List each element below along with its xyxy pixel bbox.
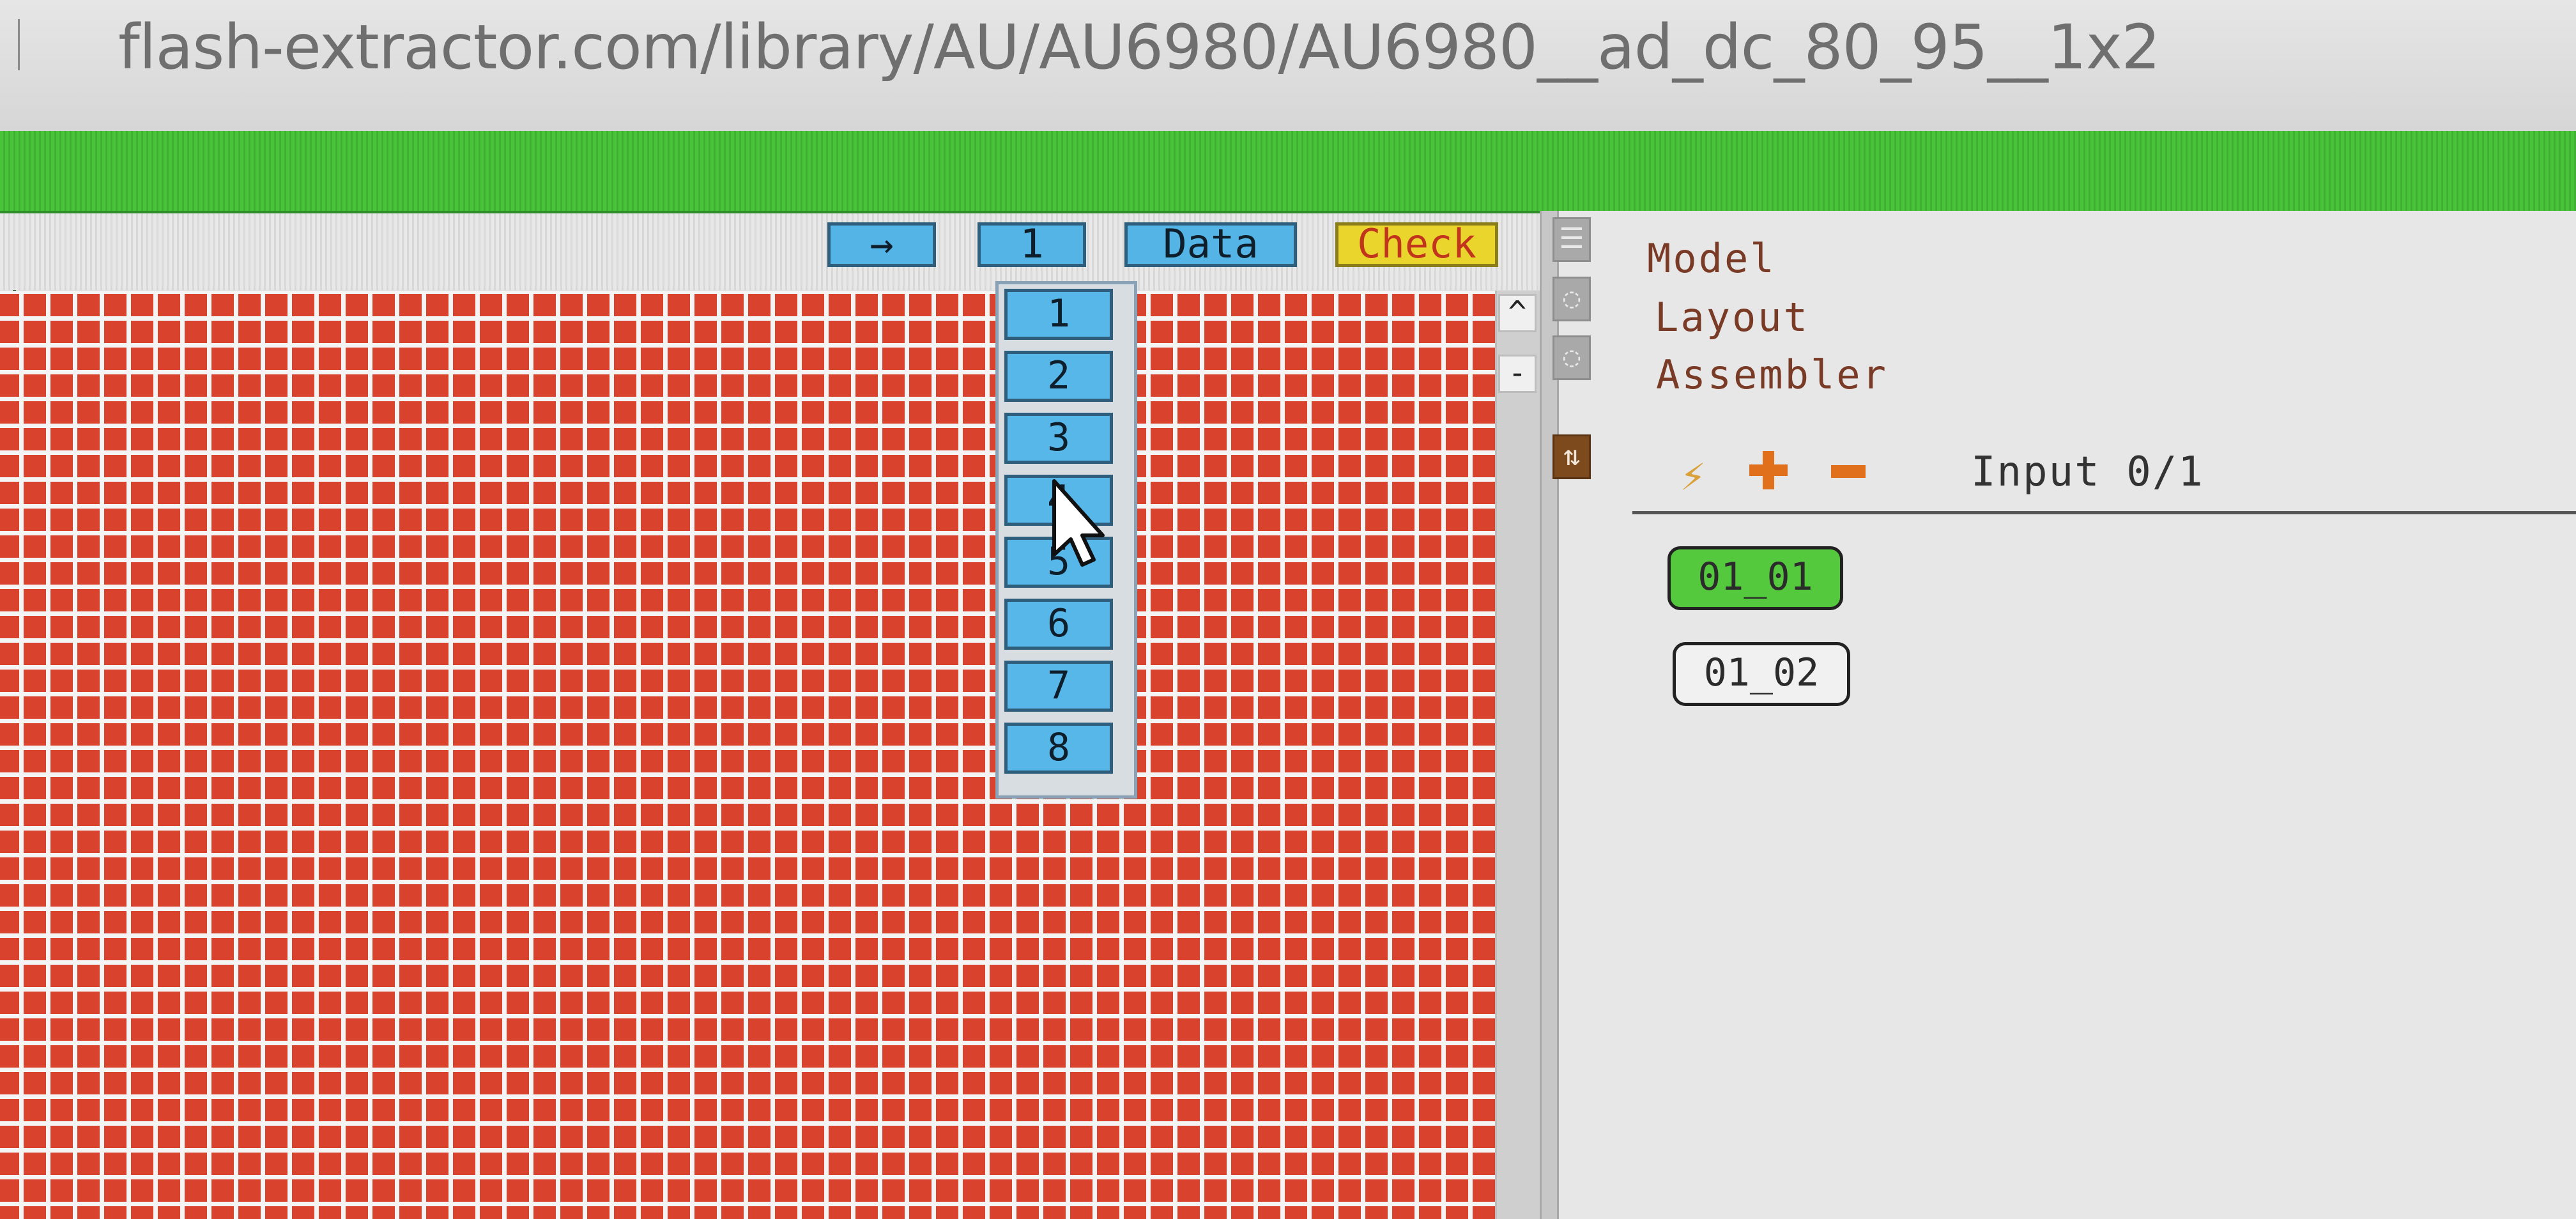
swap-icon[interactable]: ⇅ [1552,434,1591,479]
grid-scrollbar[interactable] [1495,291,1542,1219]
bulb-icon[interactable]: ◌ [1552,277,1591,321]
dump-grid[interactable] [0,291,1521,1219]
page-select-button[interactable]: 1 [977,222,1086,267]
arrow-button[interactable]: → [827,222,936,267]
url-text[interactable]: flash-extractor.com/library/AU/AU6980/AU… [118,12,2161,83]
bulb-icon[interactable]: ◌ [1552,335,1591,380]
address-bar[interactable]: flash-extractor.com/library/AU/AU6980/AU… [0,0,2576,131]
menu-model[interactable]: Model [1647,235,1776,282]
dropdown-item-2[interactable]: 2 [1004,351,1113,402]
toolbar [0,213,1540,290]
dropdown-item-6[interactable]: 6 [1004,599,1113,650]
data-button[interactable]: Data [1124,222,1297,267]
list-icon[interactable]: ☰ [1552,217,1591,262]
menu-assembler[interactable]: Assembler [1656,351,1888,398]
input-chip-01-02[interactable]: 01_02 [1673,642,1850,706]
dropdown-item-1[interactable]: 1 [1004,289,1113,340]
app-header-bar [0,131,2576,326]
dropdown-item-3[interactable]: 3 [1004,413,1113,464]
plus-icon[interactable] [1749,451,1788,489]
zoom-out-button[interactable]: - [1498,355,1537,393]
mouse-cursor-icon [1052,479,1105,567]
lightning-icon[interactable]: ⚡ [1680,451,1706,500]
input-chip-01-01[interactable]: 01_01 [1667,546,1843,610]
check-button[interactable]: Check [1335,222,1498,267]
input-status: Input 0/1 [1971,448,2204,496]
minus-icon[interactable] [1831,465,1866,478]
dropdown-item-8[interactable]: 8 [1004,723,1113,774]
scroll-up-button[interactable]: ^ [1498,294,1537,332]
dropdown-item-7[interactable]: 7 [1004,661,1113,712]
tab-edge [0,19,20,70]
menu-layout[interactable]: Layout [1655,294,1809,341]
